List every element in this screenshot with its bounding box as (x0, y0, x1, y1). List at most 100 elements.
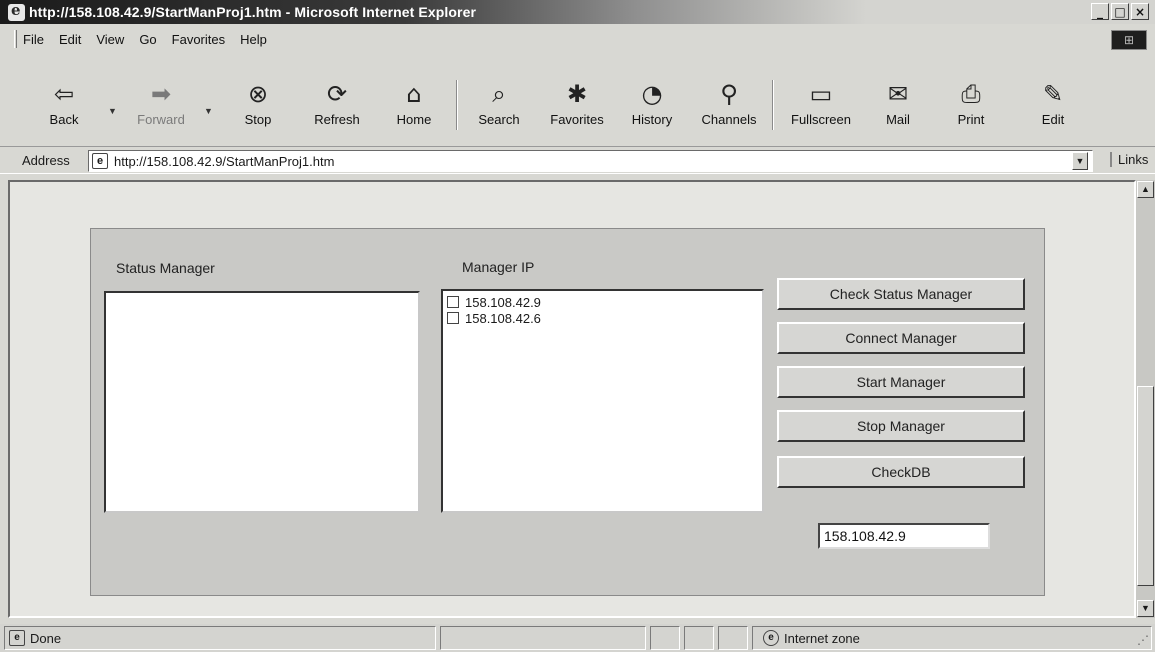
back-arrow-icon: ⇦ (53, 80, 75, 108)
checkdb-button[interactable]: CheckDB (777, 456, 1025, 488)
menu-edit[interactable]: Edit (59, 32, 81, 47)
back-label: Back (49, 112, 79, 127)
favorites-label: Favorites (550, 112, 604, 127)
address-url[interactable]: http://158.108.42.9/StartManProj1.htm (114, 154, 334, 169)
channels-icon: ⚲ (720, 80, 738, 108)
links-button[interactable]: Links (1110, 152, 1148, 167)
zone-text: Internet zone (784, 630, 860, 646)
home-label: Home (396, 112, 432, 127)
address-bar: Address e http://158.108.42.9/StartManPr… (0, 146, 1155, 174)
channels-button[interactable]: ⚲ Channels (692, 54, 766, 138)
print-button[interactable]: ⎙ Print (948, 54, 994, 138)
maximize-button[interactable]: □ (1111, 3, 1129, 20)
history-label: History (631, 112, 673, 127)
menu-view[interactable]: View (96, 32, 124, 47)
menu-file[interactable]: File (23, 32, 44, 47)
internet-zone-icon: e (763, 630, 779, 646)
refresh-icon: ⟳ (326, 80, 348, 108)
status-panel (718, 626, 748, 650)
channels-label: Channels (701, 112, 757, 127)
home-button[interactable]: ⌂ Home (388, 54, 440, 138)
toolbar-separator (772, 80, 774, 130)
fullscreen-button[interactable]: ▭ Fullscreen (780, 54, 862, 138)
page-icon: e (92, 153, 108, 169)
forward-arrow-icon: ➡ (150, 80, 172, 108)
menu-go[interactable]: Go (139, 32, 156, 47)
back-dropdown-icon[interactable]: ▼ (108, 106, 117, 116)
zone-panel: e Internet zone ⋰ (752, 626, 1152, 650)
status-manager-label: Status Manager (116, 260, 215, 276)
close-button[interactable]: × (1131, 3, 1149, 20)
stop-manager-button[interactable]: Stop Manager (777, 410, 1025, 442)
fullscreen-label: Fullscreen (791, 112, 851, 127)
status-panel (440, 626, 646, 650)
stop-label: Stop (244, 112, 272, 127)
edit-label: Edit (1041, 112, 1065, 127)
menu-grip[interactable] (14, 30, 17, 48)
print-icon: ⎙ (961, 80, 981, 108)
scroll-thumb[interactable] (1137, 386, 1154, 586)
ip-label: 158.108.42.6 (465, 310, 541, 326)
menu-bar: File Edit View Go Favorites Help (0, 28, 1155, 50)
history-icon: ◔ (641, 80, 663, 108)
title-bar[interactable]: http://158.108.42.9/StartManProj1.htm - … (0, 0, 1155, 24)
menu-favorites[interactable]: Favorites (172, 32, 225, 47)
refresh-button[interactable]: ⟳ Refresh (304, 54, 370, 138)
home-icon: ⌂ (406, 80, 422, 108)
favorites-button[interactable]: ✱ Favorites (542, 54, 612, 138)
toolbar: ⇦ Back ▼ ➡ Forward ▼ ⊗ Stop ⟳ Refresh ⌂ … (0, 54, 1155, 142)
fullscreen-icon: ▭ (809, 80, 833, 108)
connect-manager-button[interactable]: Connect Manager (777, 322, 1025, 354)
menu-help[interactable]: Help (240, 32, 267, 47)
ip-checkbox[interactable] (447, 296, 459, 308)
address-label: Address (22, 153, 70, 168)
status-bar: e Done e Internet zone ⋰ (0, 624, 1155, 652)
status-manager-list[interactable] (104, 291, 420, 513)
browser-window: http://158.108.42.9/StartManProj1.htm - … (0, 0, 1155, 652)
ip-checkbox[interactable] (447, 312, 459, 324)
resize-grip-icon[interactable]: ⋰ (1137, 633, 1149, 647)
ip-label: 158.108.42.9 (465, 294, 541, 310)
scroll-down-icon[interactable]: ▼ (1137, 600, 1154, 617)
status-panel (684, 626, 714, 650)
refresh-label: Refresh (314, 112, 360, 127)
manager-ip-label: Manager IP (462, 259, 535, 275)
window-controls: _ □ × (1091, 3, 1149, 20)
forward-label: Forward (137, 112, 185, 127)
page-done-icon: e (9, 630, 25, 646)
print-label: Print (957, 112, 985, 127)
search-label: Search (478, 112, 520, 127)
status-panel (650, 626, 680, 650)
stop-icon: ⊗ (247, 80, 269, 108)
minimize-button[interactable]: _ (1091, 3, 1109, 20)
mail-icon: ✉ (887, 80, 909, 108)
address-dropdown-icon[interactable]: ▼ (1072, 152, 1088, 170)
window-title: http://158.108.42.9/StartManProj1.htm - … (29, 4, 477, 20)
back-button[interactable]: ⇦ Back (40, 54, 88, 138)
start-manager-button[interactable]: Start Manager (777, 366, 1025, 398)
status-text: Done (30, 630, 62, 646)
history-button[interactable]: ◔ History (626, 54, 678, 138)
mail-label: Mail (886, 112, 910, 127)
search-icon: ⌕ (492, 80, 506, 108)
vertical-scrollbar[interactable]: ▲ ▼ (1136, 180, 1155, 618)
ip-field[interactable] (818, 523, 990, 549)
check-status-manager-button[interactable]: Check Status Manager (777, 278, 1025, 310)
edit-button[interactable]: ✎ Edit (1030, 54, 1076, 138)
list-item[interactable]: 158.108.42.6 (447, 310, 762, 326)
status-text-panel: e Done (4, 626, 436, 650)
mail-button[interactable]: ✉ Mail (876, 54, 920, 138)
forward-button[interactable]: ➡ Forward (128, 54, 194, 138)
address-input[interactable]: e http://158.108.42.9/StartManProj1.htm … (88, 150, 1093, 172)
edit-icon: ✎ (1042, 80, 1064, 108)
stop-button[interactable]: ⊗ Stop (236, 54, 280, 138)
search-button[interactable]: ⌕ Search (470, 54, 528, 138)
favorites-icon: ✱ (566, 80, 588, 108)
toolbar-separator (456, 80, 458, 130)
forward-dropdown-icon[interactable]: ▼ (204, 106, 213, 116)
scroll-up-icon[interactable]: ▲ (1137, 181, 1154, 198)
list-item[interactable]: 158.108.42.9 (447, 294, 762, 310)
ie-logo-icon (8, 1, 25, 21)
windows-logo-icon: ⊞ (1111, 30, 1147, 50)
manager-ip-list[interactable]: 158.108.42.9 158.108.42.6 (441, 289, 764, 513)
